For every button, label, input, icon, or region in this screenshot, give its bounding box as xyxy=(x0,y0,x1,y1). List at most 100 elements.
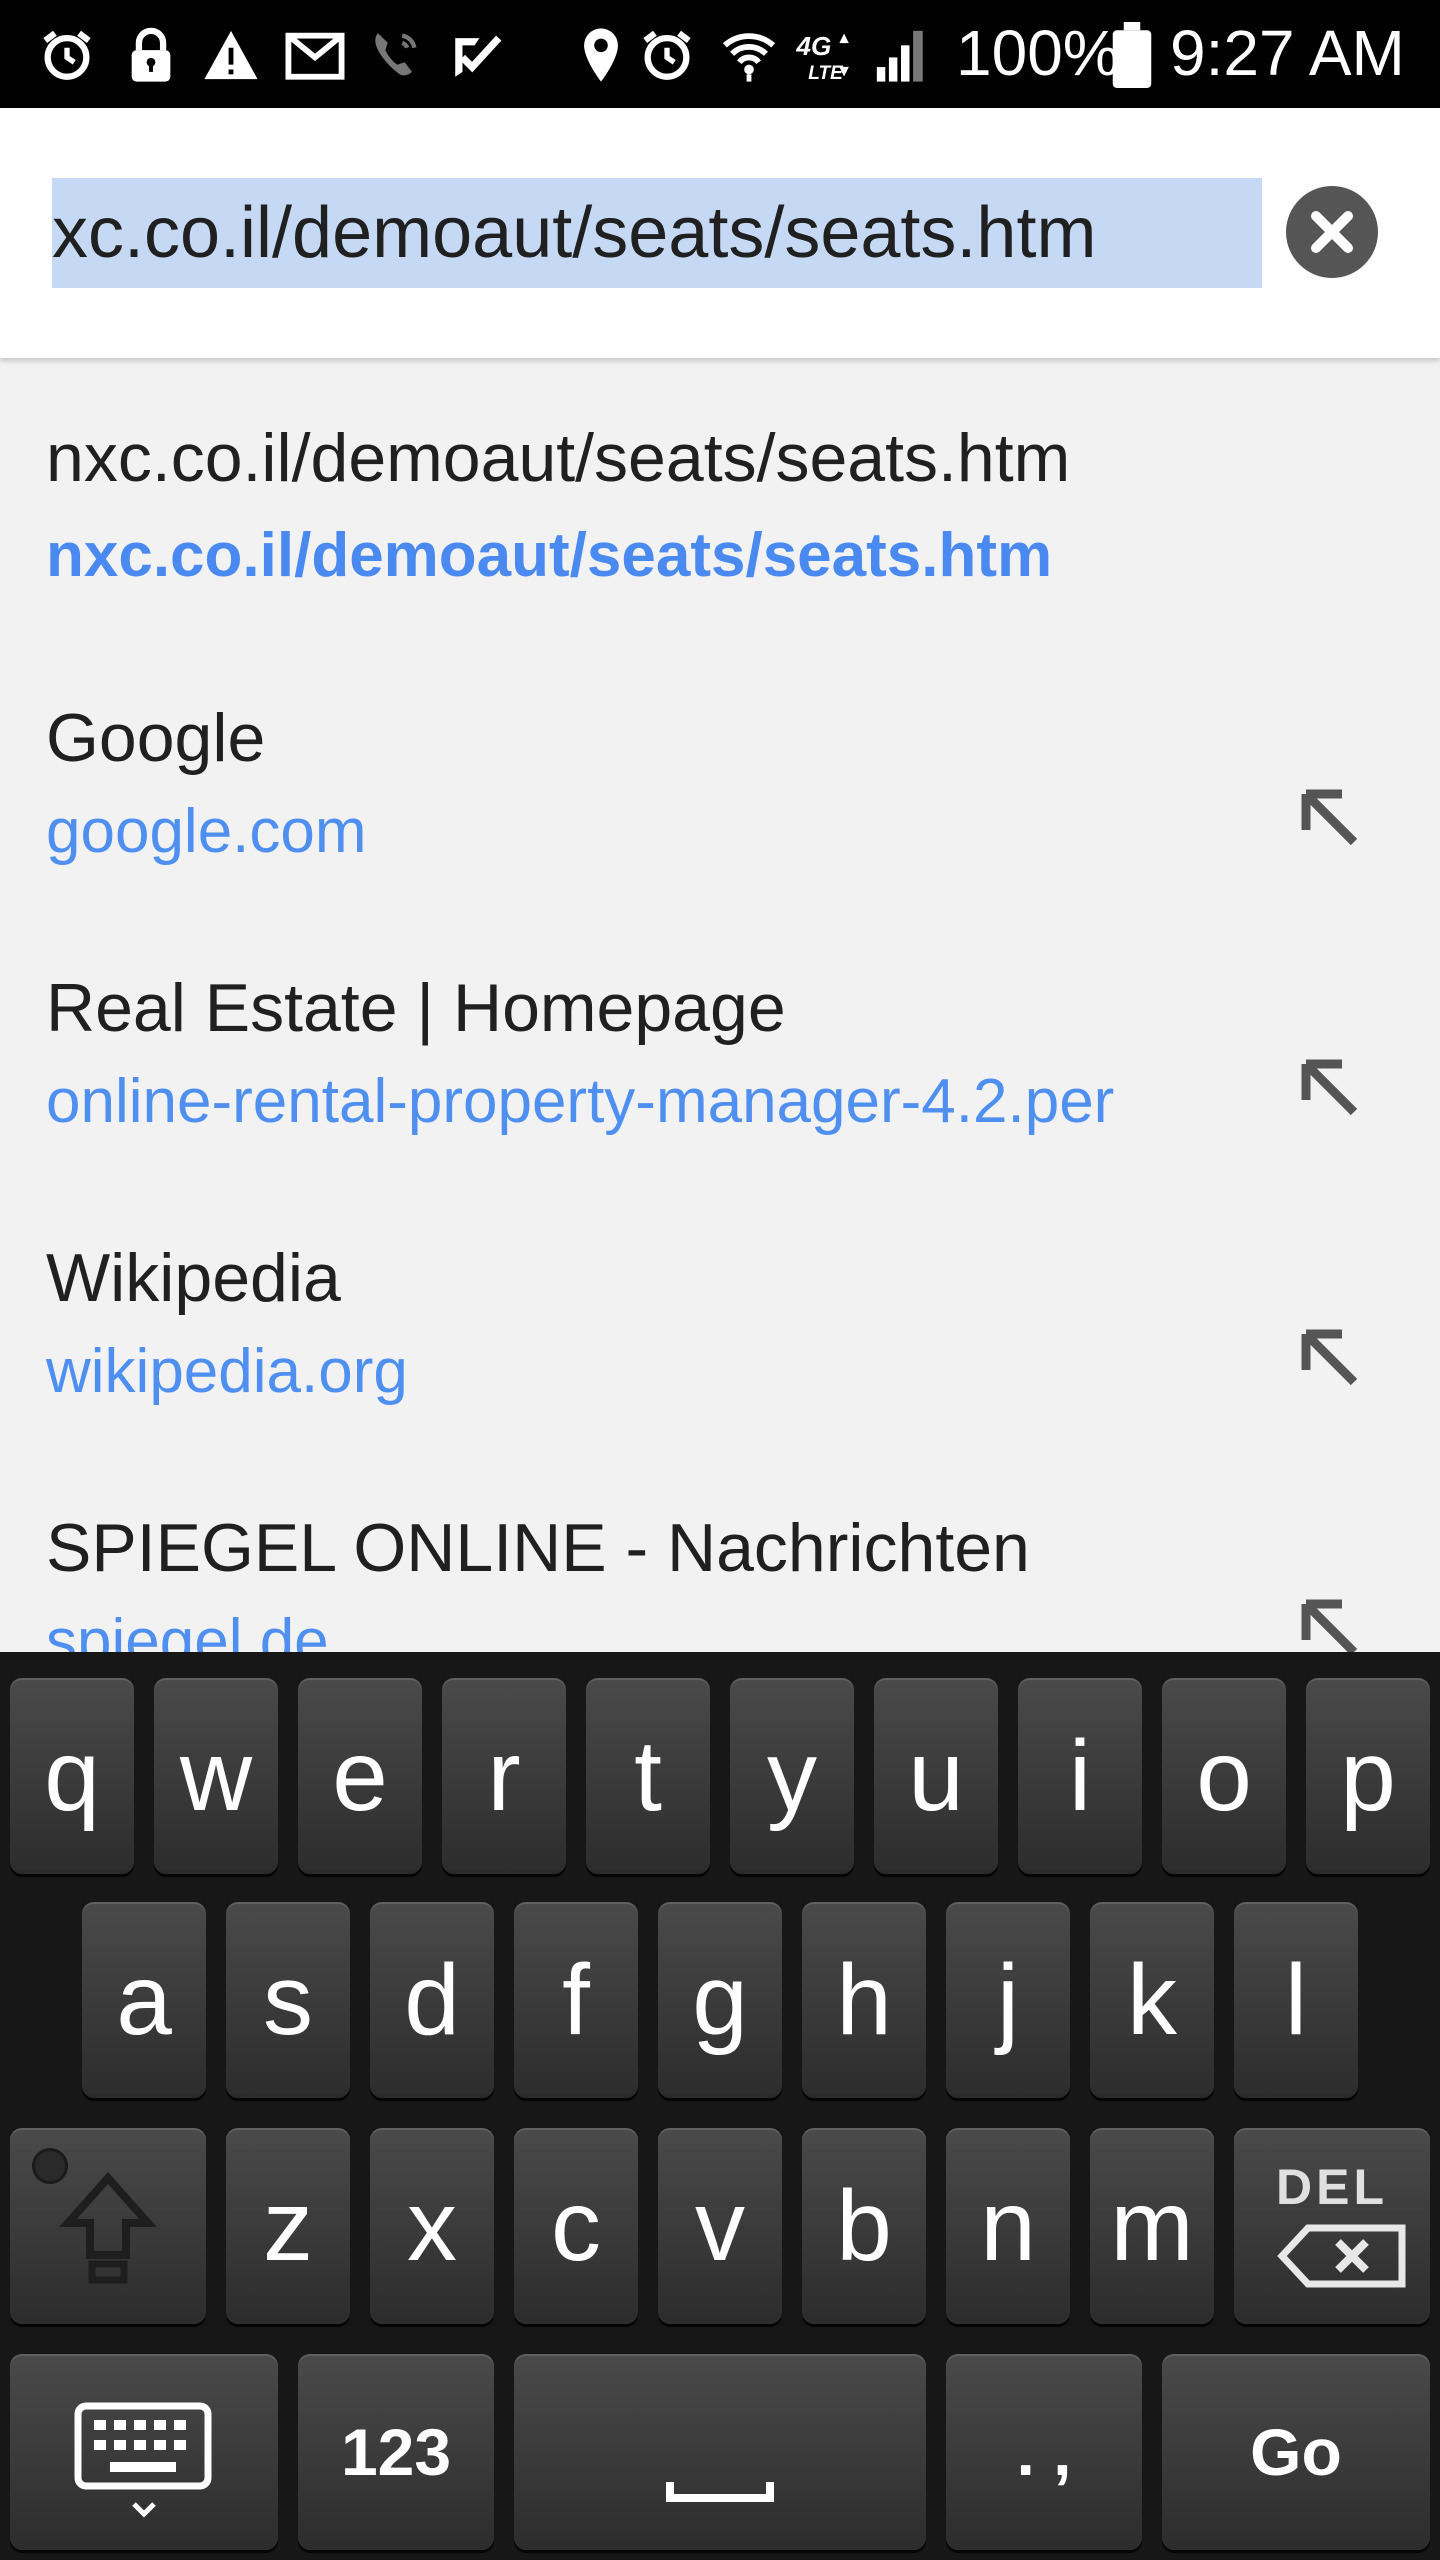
key-h[interactable]: h xyxy=(802,1902,926,2098)
key-label: i xyxy=(1068,1720,1092,1832)
key-label: 123 xyxy=(340,2415,452,2489)
key-i[interactable]: i xyxy=(1018,1678,1142,1874)
lte-icon: 4G LTE xyxy=(794,26,856,84)
key-label: s xyxy=(263,1944,313,2056)
key-z[interactable]: z xyxy=(226,2128,350,2324)
key-o[interactable]: o xyxy=(1162,1678,1286,1874)
key-label: . , xyxy=(1016,2415,1072,2489)
key-label: a xyxy=(116,1944,172,2056)
key-label: n xyxy=(980,2170,1036,2282)
alarm-icon xyxy=(38,26,96,84)
space-key[interactable] xyxy=(514,2354,926,2550)
key-label: z xyxy=(263,2170,313,2282)
key-label: y xyxy=(767,1720,817,1832)
fill-query-arrow-icon[interactable] xyxy=(1290,1048,1370,1128)
suggestion-list: nxc.co.il/demoaut/seats/seats.htm nxc.co… xyxy=(0,358,1440,1652)
key-q[interactable]: q xyxy=(10,1678,134,1874)
key-m[interactable]: m xyxy=(1090,2128,1214,2324)
suggestion-item[interactable]: Google google.com xyxy=(0,628,1440,898)
shift-arrow-icon xyxy=(59,2171,157,2284)
battery-percent: 100% xyxy=(956,17,1120,89)
svg-text:4G: 4G xyxy=(795,31,831,61)
go-key[interactable]: Go xyxy=(1162,2354,1430,2550)
key-label: j xyxy=(996,1944,1020,2056)
suggestion-title: nxc.co.il/demoaut/seats/seats.htm xyxy=(46,420,1071,496)
status-bar: 4G LTE 100% 9:27 AM xyxy=(0,0,1440,108)
key-x[interactable]: x xyxy=(370,2128,494,2324)
numbers-key[interactable]: 123 xyxy=(298,2354,494,2550)
suggestion-item[interactable]: Wikipedia wikipedia.org xyxy=(0,1168,1440,1438)
omnibox: xc.co.il/demoaut/seats/seats.htm xyxy=(0,108,1440,358)
backspace-icon xyxy=(1277,2224,1406,2288)
key-label: h xyxy=(836,1944,892,2056)
key-label: l xyxy=(1284,1944,1308,2056)
delete-key[interactable]: DEL xyxy=(1234,2128,1430,2324)
key-e[interactable]: e xyxy=(298,1678,422,1874)
key-label: g xyxy=(692,1944,748,2056)
clear-button[interactable] xyxy=(1286,186,1378,278)
key-label: o xyxy=(1196,1720,1252,1832)
suggestion-item[interactable]: Real Estate | Homepage online-rental-pro… xyxy=(0,898,1440,1168)
svg-text:LTE: LTE xyxy=(808,63,844,84)
key-a[interactable]: a xyxy=(82,1902,206,2098)
battery-icon xyxy=(1112,22,1152,88)
key-u[interactable]: u xyxy=(874,1678,998,1874)
alarm-icon xyxy=(638,26,696,84)
suggestion-url: spiegel.de xyxy=(46,1607,329,1652)
clock: 9:27 AM xyxy=(1170,17,1405,89)
suggestion-url: nxc.co.il/demoaut/seats/seats.htm xyxy=(46,521,1053,590)
key-c[interactable]: c xyxy=(514,2128,638,2324)
suggestion-url: wikipedia.org xyxy=(46,1337,408,1406)
key-label: p xyxy=(1340,1720,1396,1832)
key-label: w xyxy=(179,1720,253,1832)
key-label: q xyxy=(44,1720,100,1832)
key-f[interactable]: f xyxy=(514,1902,638,2098)
key-l[interactable]: l xyxy=(1234,1902,1358,2098)
signal-icon xyxy=(872,26,930,84)
suggestion-title: Google xyxy=(46,700,266,776)
key-label: r xyxy=(487,1720,521,1832)
suggestion-url: online-rental-property-manager-4.2.per xyxy=(46,1067,1115,1136)
key-k[interactable]: k xyxy=(1090,1902,1214,2098)
key-r[interactable]: r xyxy=(442,1678,566,1874)
suggestion-item[interactable]: SPIEGEL ONLINE - Nachrichten spiegel.de xyxy=(0,1438,1440,1652)
key-label: b xyxy=(836,2170,892,2282)
key-label: m xyxy=(1110,2170,1194,2282)
fill-query-arrow-icon[interactable] xyxy=(1290,1318,1370,1398)
shift-key[interactable] xyxy=(10,2128,206,2324)
key-b[interactable]: b xyxy=(802,2128,926,2324)
key-d[interactable]: d xyxy=(370,1902,494,2098)
key-w[interactable]: w xyxy=(154,1678,278,1874)
key-j[interactable]: j xyxy=(946,1902,1070,2098)
space-icon xyxy=(666,2482,774,2502)
key-label: f xyxy=(562,1944,590,2056)
url-input[interactable]: xc.co.il/demoaut/seats/seats.htm xyxy=(52,178,1262,288)
warning-icon xyxy=(202,26,260,84)
keyboard-icon xyxy=(74,2402,212,2518)
fill-query-arrow-icon[interactable] xyxy=(1290,1588,1370,1652)
key-g[interactable]: g xyxy=(658,1902,782,2098)
key-y[interactable]: y xyxy=(730,1678,854,1874)
key-label: k xyxy=(1127,1944,1177,2056)
check-icon xyxy=(448,26,506,84)
fill-query-arrow-icon[interactable] xyxy=(1290,778,1370,858)
key-label: c xyxy=(551,2170,601,2282)
soft-keyboard: q w e r t y u i o p a s d f g h j k l z … xyxy=(0,1652,1440,2560)
punctuation-key[interactable]: . , xyxy=(946,2354,1142,2550)
key-t[interactable]: t xyxy=(586,1678,710,1874)
key-v[interactable]: v xyxy=(658,2128,782,2324)
key-label: x xyxy=(407,2170,457,2282)
key-label: u xyxy=(908,1720,964,1832)
key-p[interactable]: p xyxy=(1306,1678,1430,1874)
key-s[interactable]: s xyxy=(226,1902,350,2098)
suggestion-item[interactable]: nxc.co.il/demoaut/seats/seats.htm nxc.co… xyxy=(0,358,1440,628)
key-label: e xyxy=(332,1720,388,1832)
lock-icon xyxy=(122,26,180,84)
suggestion-title: SPIEGEL ONLINE - Nachrichten xyxy=(46,1510,1030,1586)
key-label: Go xyxy=(1250,2415,1342,2489)
wifi-icon xyxy=(720,26,778,84)
keyboard-switch-key[interactable] xyxy=(10,2354,278,2550)
key-n[interactable]: n xyxy=(946,2128,1070,2324)
key-label: v xyxy=(695,2170,745,2282)
location-icon xyxy=(572,26,630,84)
